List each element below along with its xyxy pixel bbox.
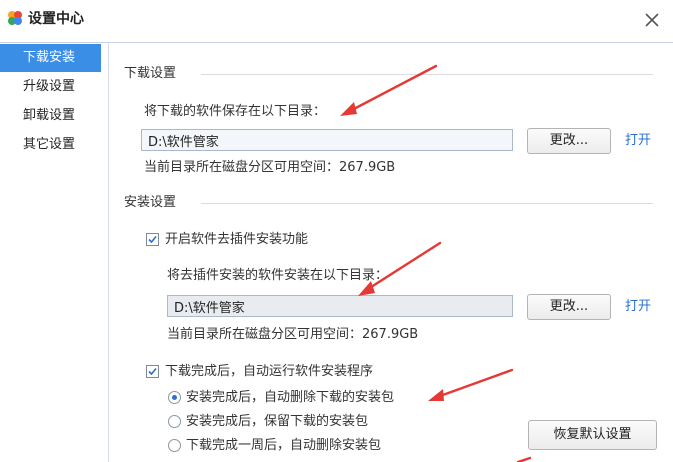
sidebar-item-label: 下载安装 bbox=[23, 50, 76, 65]
radio-delete-after-install[interactable] bbox=[168, 391, 181, 404]
sidebar-item-other[interactable]: 其它设置 bbox=[0, 131, 101, 159]
download-change-button[interactable]: 更改... bbox=[527, 128, 611, 154]
download-open-link[interactable]: 打开 bbox=[625, 132, 651, 150]
install-space-label: 当前目录所在磁盘分区可用空间：267.9GB bbox=[167, 327, 419, 342]
radio-delete-after-week[interactable] bbox=[168, 439, 181, 452]
sidebar-item-label: 其它设置 bbox=[23, 137, 76, 152]
install-change-button[interactable]: 更改... bbox=[527, 294, 611, 320]
download-space-label: 当前目录所在磁盘分区可用空间：267.9GB bbox=[144, 160, 396, 175]
sidebar: 下载安装 升级设置 卸载设置 其它设置 bbox=[0, 43, 106, 462]
sidebar-item-label: 卸载设置 bbox=[23, 108, 76, 123]
install-open-link[interactable]: 打开 bbox=[625, 298, 651, 316]
checkmark-icon bbox=[148, 235, 157, 244]
plugin-removal-checkbox[interactable] bbox=[146, 233, 159, 246]
auto-run-checkbox[interactable] bbox=[146, 365, 159, 378]
sidebar-item-label: 升级设置 bbox=[23, 79, 76, 94]
radio-keep-after-install[interactable] bbox=[168, 415, 181, 428]
download-section-title: 下载设置 bbox=[124, 66, 177, 81]
sidebar-item-download-install[interactable]: 下载安装 bbox=[0, 44, 101, 72]
title-bar[interactable]: 设置中心 bbox=[0, 0, 673, 42]
radio-delete-after-week-label: 下载完成一周后，自动删除安装包 bbox=[186, 438, 382, 453]
auto-run-label: 下载完成后，自动运行软件安装程序 bbox=[165, 364, 374, 379]
radio-delete-after-install-label: 安装完成后，自动删除下载的安装包 bbox=[186, 390, 395, 405]
sidebar-item-uninstall[interactable]: 卸载设置 bbox=[0, 102, 101, 130]
clover-logo-icon bbox=[8, 11, 22, 25]
download-dir-label: 将下载的软件保存在以下目录： bbox=[144, 104, 327, 119]
restore-defaults-button[interactable]: 恢复默认设置 bbox=[528, 420, 657, 450]
install-section-title: 安装设置 bbox=[124, 195, 177, 210]
section-divider bbox=[201, 203, 653, 204]
window-title: 设置中心 bbox=[28, 11, 84, 27]
sidebar-item-upgrade[interactable]: 升级设置 bbox=[0, 73, 101, 101]
install-dir-label: 将去插件安装的软件安装在以下目录： bbox=[167, 268, 389, 283]
plugin-removal-label: 开启软件去插件安装功能 bbox=[165, 232, 309, 247]
section-divider bbox=[201, 74, 653, 75]
checkmark-icon bbox=[148, 367, 157, 376]
settings-panel: 下载设置 将下载的软件保存在以下目录： 更改... 打开 当前目录所在磁盘分区可… bbox=[108, 43, 669, 462]
download-path-input[interactable] bbox=[141, 129, 513, 151]
close-icon bbox=[645, 13, 659, 27]
install-path-input[interactable] bbox=[167, 295, 513, 317]
radio-keep-after-install-label: 安装完成后，保留下载的安装包 bbox=[186, 414, 369, 429]
settings-window: 设置中心 下载安装 升级设置 卸载设置 其它设置 下载设置 将下载的软件保存在以… bbox=[0, 0, 673, 462]
close-button[interactable] bbox=[640, 8, 664, 32]
